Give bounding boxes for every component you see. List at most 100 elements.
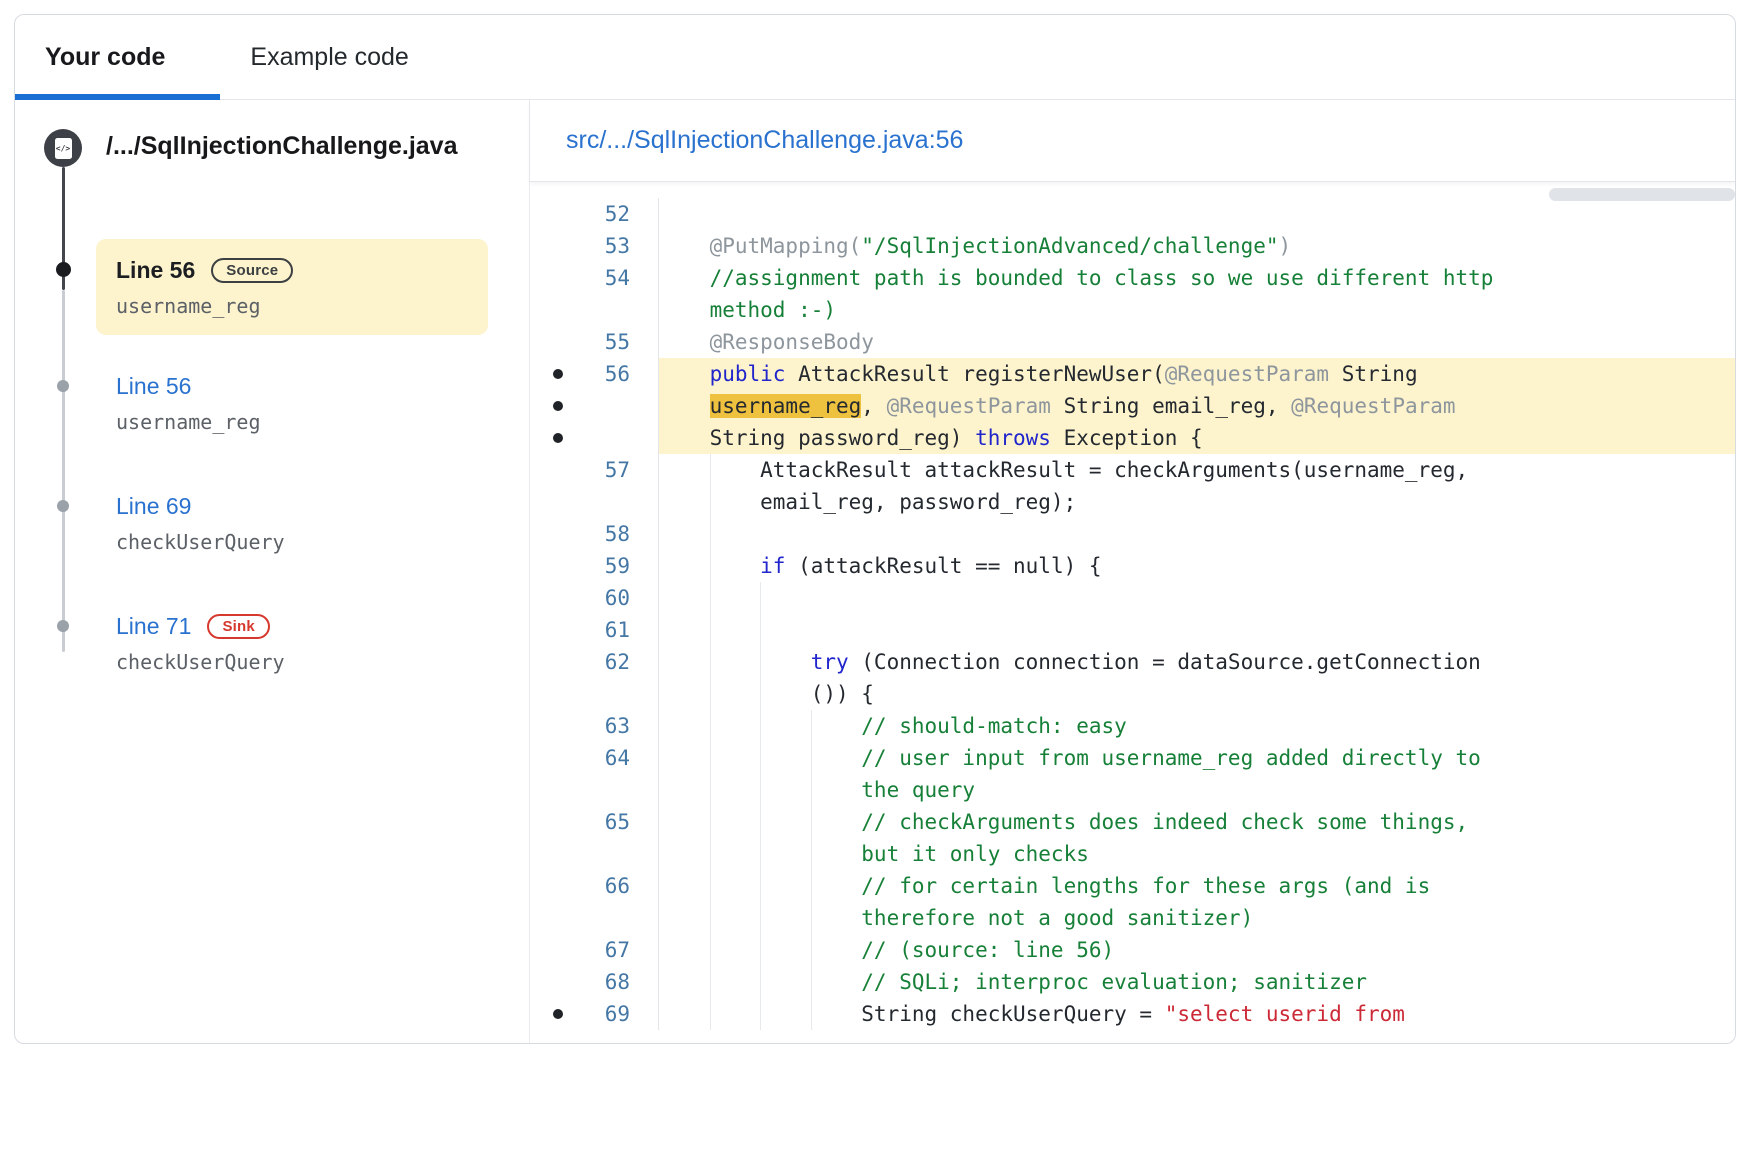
trace-line-lower (62, 290, 65, 652)
indent-guide (811, 742, 812, 806)
trace-bullet-icon (553, 433, 563, 443)
code-token: @PutMapping( (710, 234, 862, 258)
code-token: if (760, 554, 785, 578)
code-visual-row: // SQLi; interproc evaluation; sanitizer (861, 966, 1735, 998)
line-code: if (attackResult == null) { (658, 550, 1735, 582)
line-code: String checkUserQuery = "select userid f… (658, 998, 1735, 1030)
line-code: @ResponseBody (658, 326, 1735, 358)
code-visual-row: if (attackResult == null) { (760, 550, 1735, 582)
indent-guide (760, 646, 761, 710)
code-token: String (1329, 362, 1418, 386)
code-glyph: </> (55, 138, 72, 159)
line-number: 55 (586, 326, 630, 358)
line-number: 65 (586, 806, 630, 870)
indent-guide (760, 710, 761, 742)
code-token: AttackResult registerNewUser( (785, 362, 1164, 386)
code-token: String checkUserQuery = (861, 1002, 1164, 1026)
code-visual-row: method :-) (710, 294, 1735, 326)
tab-example-code[interactable]: Example code (220, 15, 438, 99)
line-gutter (530, 998, 586, 1030)
indent-guide (760, 934, 761, 966)
line-gutter (530, 710, 586, 742)
code-token: public (710, 362, 786, 386)
code-token: // user input from username_reg added di… (861, 746, 1481, 770)
code-token: // checkArguments does indeed check some… (861, 810, 1468, 834)
indent-guide (710, 582, 711, 614)
line-code: //assignment path is bounded to class so… (658, 262, 1735, 326)
code-token: //assignment path is bounded to class so… (710, 266, 1494, 290)
code-token: @RequestParam (1165, 362, 1329, 386)
line-gutter (530, 966, 586, 998)
line-gutter (530, 614, 586, 646)
line-gutter (530, 518, 586, 550)
indent-guide (710, 550, 711, 582)
line-number: 54 (586, 262, 630, 326)
step-line-label: Line 56 (116, 371, 191, 401)
trace-step-2[interactable]: Line 56username_reg (96, 371, 488, 435)
file-reference-link[interactable]: src/.../SqlInjectionChallenge.java:56 (566, 126, 963, 155)
line-gutter (530, 806, 586, 870)
step-dot (57, 380, 69, 392)
code-line: 54 //assignment path is bounded to class … (530, 262, 1735, 326)
indent-guide (710, 710, 711, 742)
code-token: method :-) (710, 298, 836, 322)
code-token: @RequestParam (1291, 394, 1455, 418)
code-visual-row: AttackResult attackResult = checkArgumen… (760, 454, 1735, 486)
code-token: "select userid from (1165, 1002, 1405, 1026)
line-number: 67 (586, 934, 630, 966)
step-symbol: checkUserQuery (116, 649, 468, 675)
code-visual-row: @PutMapping("/SqlInjectionAdvanced/chall… (710, 230, 1735, 262)
indent-guide (710, 646, 711, 710)
indent-guide (710, 998, 711, 1030)
code-visual-row (760, 518, 1735, 550)
code-lines: 5253@PutMapping("/SqlInjectionAdvanced/c… (530, 198, 1735, 1030)
line-code: // should-match: easy (658, 710, 1735, 742)
trace-steps: Line 56Sourceusername_reg Line 56username… (96, 239, 505, 675)
code-header: src/.../SqlInjectionChallenge.java:56 (530, 100, 1735, 182)
indent-guide (710, 870, 711, 934)
trace-sidebar: </> /.../SqlInjectionChallenge.java Line… (15, 100, 529, 1043)
trace-step-1[interactable]: Line 56Sourceusername_reg (96, 239, 488, 335)
code-token: // for certain lengths for these args (a… (861, 874, 1430, 898)
trace-step-3[interactable]: Line 69checkUserQuery (96, 491, 488, 555)
trace-step-4[interactable]: Line 71SinkcheckUserQuery (96, 611, 488, 675)
code-token: but it only checks (861, 842, 1089, 866)
code-visual-row: String checkUserQuery = "select userid f… (861, 998, 1735, 1030)
code-line: 65 // checkArguments does indeed check so… (530, 806, 1735, 870)
code-token: "/SqlInjectionAdvanced/challenge" (861, 234, 1278, 258)
code-area: 5253@PutMapping("/SqlInjectionAdvanced/c… (530, 182, 1735, 1043)
indent-guide (710, 966, 711, 998)
code-visual-row: @ResponseBody (710, 326, 1735, 358)
code-line: 57AttackResult attackResult = checkArgum… (530, 454, 1735, 518)
indent-guide (811, 966, 812, 998)
step-symbol: checkUserQuery (116, 529, 468, 555)
step-badge-sink: Sink (207, 614, 269, 639)
code-visual-row: // (source: line 56) (861, 934, 1735, 966)
indent-guide (710, 934, 711, 966)
code-visual-row: but it only checks (861, 838, 1735, 870)
line-number: 69 (586, 998, 630, 1030)
code-line: 68// SQLi; interproc evaluation; sanitiz… (530, 966, 1735, 998)
code-token: ()) { (811, 682, 874, 706)
line-number: 60 (586, 582, 630, 614)
code-token: (attackResult == null) { (785, 554, 1101, 578)
trace-bullet-icon (553, 1009, 563, 1019)
code-visual-row (710, 198, 1735, 230)
indent-guide (760, 870, 761, 934)
code-token: String email_reg, (1051, 394, 1291, 418)
code-line: 59if (attackResult == null) { (530, 550, 1735, 582)
code-visual-row: // for certain lengths for these args (a… (861, 870, 1735, 902)
line-gutter (530, 582, 586, 614)
step-dot (57, 620, 69, 632)
code-visual-row: // user input from username_reg added di… (861, 742, 1735, 774)
tab-your-code[interactable]: Your code (15, 15, 220, 99)
indent-guide (811, 870, 812, 934)
code-token: Exception { (1051, 426, 1203, 450)
line-gutter (530, 230, 586, 262)
code-review-window: Your codeExample code </> /.../SqlInject… (14, 14, 1736, 1044)
line-code: @PutMapping("/SqlInjectionAdvanced/chall… (658, 230, 1735, 262)
line-code (658, 582, 1735, 614)
line-number: 52 (586, 198, 630, 230)
line-number: 63 (586, 710, 630, 742)
indent-guide (760, 614, 761, 646)
